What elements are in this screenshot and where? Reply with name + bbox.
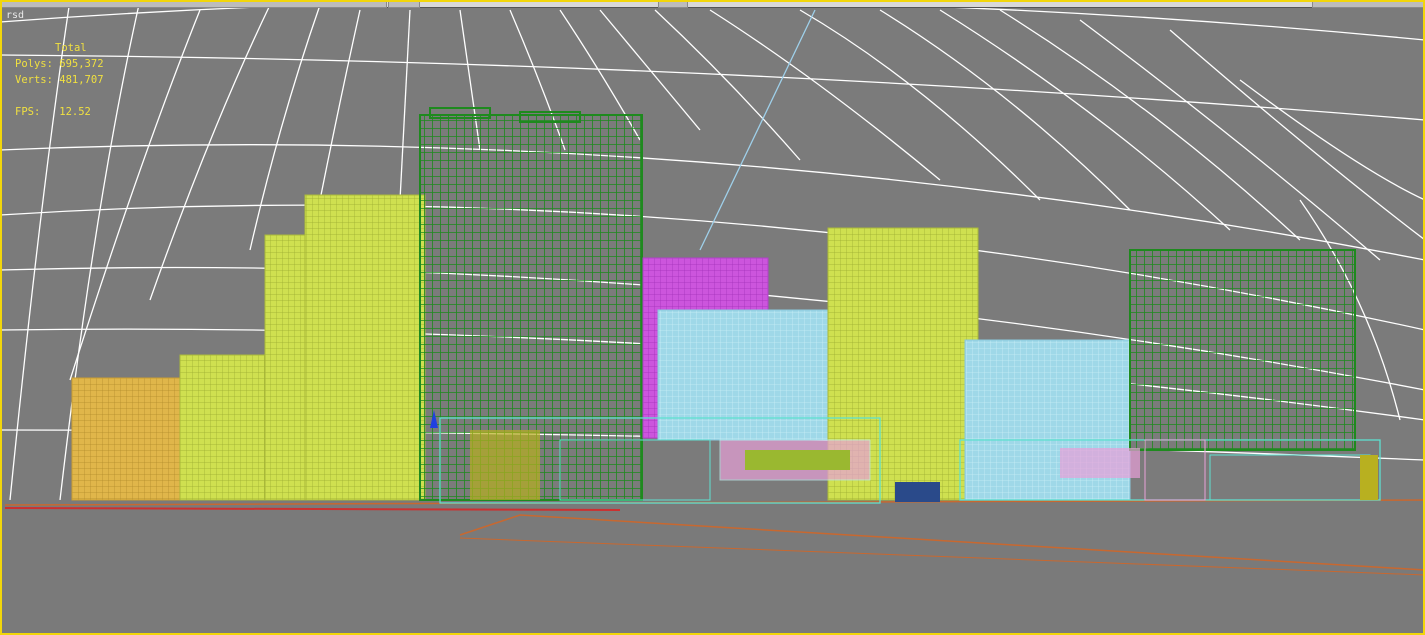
- wireframe-scene[interactable]: [0, 0, 1425, 635]
- verts-label: Verts:: [15, 74, 53, 86]
- stats-title: Total: [55, 42, 87, 54]
- fps-value: 12.52: [59, 106, 91, 118]
- building-yellow-tall: [264, 194, 426, 501]
- stats-fps-row: FPS: 12.52: [15, 104, 104, 120]
- fps-label: FPS:: [15, 106, 41, 118]
- building-green-right: [1129, 249, 1356, 451]
- polys-label: Polys:: [15, 58, 53, 70]
- polys-value: 695,372: [59, 58, 104, 70]
- viewport-top-strip: [0, 0, 1425, 8]
- building-yellow-low: [179, 354, 271, 501]
- strip-segment: [0, 1, 387, 8]
- ground-plane: [0, 500, 1425, 635]
- verts-value: 481,707: [59, 74, 104, 86]
- strip-segment: [388, 1, 420, 8]
- viewport-label[interactable]: rsd: [6, 10, 24, 21]
- stats-polys-row: Polys: 695,372: [15, 56, 104, 72]
- perspective-viewport[interactable]: rsd Total Polys: 695,372 Verts: 481,707 …: [0, 0, 1425, 635]
- strip-segment: [658, 1, 688, 8]
- building-tan-left: [71, 377, 181, 501]
- strip-segment: [1312, 1, 1424, 8]
- stats-verts-row: Verts: 481,707: [15, 72, 104, 88]
- statistics-overlay: Total Polys: 695,372 Verts: 481,707 FPS:…: [15, 40, 104, 120]
- sign-board: [895, 482, 940, 502]
